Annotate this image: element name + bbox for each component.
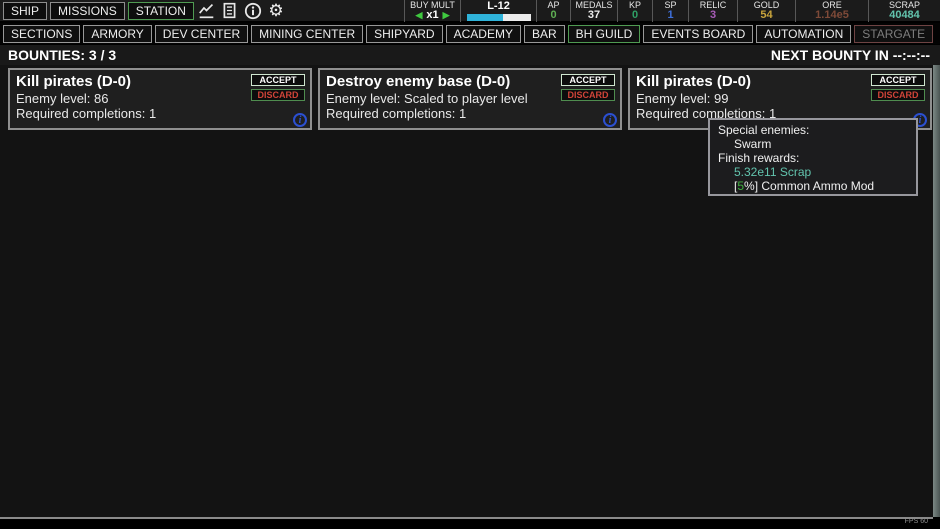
buy-mult-control[interactable]: BUY MULT ◀x1▶ bbox=[404, 0, 460, 22]
bounty-card-1: Kill pirates (D-0) Enemy level: 86 Requi… bbox=[8, 68, 312, 130]
stat-relic: RELIC 3 bbox=[688, 0, 737, 22]
buy-mult-value: x1 bbox=[426, 9, 438, 21]
stat-sp: SP 1 bbox=[652, 0, 688, 22]
stat-scrap: SCRAP 40484 bbox=[868, 0, 940, 22]
accept-button[interactable]: ACCEPT bbox=[251, 74, 305, 86]
nav-shipyard[interactable]: SHIPYARD bbox=[366, 25, 442, 43]
nav-mining-center[interactable]: MINING CENTER bbox=[251, 25, 363, 43]
level-label: L-12 bbox=[487, 1, 510, 12]
nav-stargate: STARGATE bbox=[854, 25, 933, 43]
stat-gold: GOLD 54 bbox=[737, 0, 795, 22]
nav-dev-center[interactable]: DEV CENTER bbox=[155, 25, 248, 43]
accept-button[interactable]: ACCEPT bbox=[871, 74, 925, 86]
bounty-info-icon[interactable]: i bbox=[603, 113, 617, 127]
tooltip-finish-rewards-label: Finish rewards: bbox=[718, 151, 908, 165]
tooltip-special-enemies-label: Special enemies: bbox=[718, 123, 908, 137]
chart-icon[interactable] bbox=[197, 1, 217, 21]
discard-button[interactable]: DISCARD bbox=[251, 89, 305, 101]
game-root: SHIP MISSIONS STATION ⚙ BUY MULT ◀x1▶ L-… bbox=[0, 0, 940, 529]
station-nav: SECTIONS ARMORY DEV CENTER MINING CENTER… bbox=[0, 23, 940, 44]
level-progress: L-12 bbox=[460, 0, 536, 22]
stat-sp-value: 1 bbox=[667, 10, 673, 21]
tab-ship[interactable]: SHIP bbox=[3, 2, 47, 20]
nav-bh-guild[interactable]: BH GUILD bbox=[568, 25, 641, 43]
level-progress-fill bbox=[467, 14, 503, 21]
bounty-completions: Required completions: 1 bbox=[326, 106, 614, 121]
buy-mult-decrease-icon[interactable]: ◀ bbox=[415, 10, 422, 20]
next-bounty-timer: NEXT BOUNTY IN --:--:-- bbox=[771, 47, 930, 63]
bounties-header: BOUNTIES: 3 / 3 NEXT BOUNTY IN --:--:-- bbox=[0, 45, 940, 65]
discard-button[interactable]: DISCARD bbox=[561, 89, 615, 101]
tab-missions[interactable]: MISSIONS bbox=[50, 2, 125, 20]
resource-strip: BUY MULT ◀x1▶ L-12 AP 0 MEDALS 37 KP 0 bbox=[404, 0, 940, 22]
nav-automation[interactable]: AUTOMATION bbox=[756, 25, 851, 43]
level-progress-track bbox=[467, 14, 531, 21]
bounty-tooltip: Special enemies: Swarm Finish rewards: 5… bbox=[708, 118, 918, 196]
nav-sections[interactable]: SECTIONS bbox=[3, 25, 80, 43]
stat-ore-value: 1.14e5 bbox=[815, 10, 849, 21]
gear-icon[interactable]: ⚙ bbox=[266, 1, 286, 21]
notes-icon[interactable] bbox=[220, 1, 240, 21]
nav-academy[interactable]: ACADEMY bbox=[446, 25, 521, 43]
nav-bar[interactable]: BAR bbox=[524, 25, 565, 43]
tooltip-special-enemy: Swarm bbox=[718, 137, 908, 151]
discard-button[interactable]: DISCARD bbox=[871, 89, 925, 101]
tooltip-mod-reward: [5%] Common Ammo Mod bbox=[718, 179, 908, 193]
stat-relic-value: 3 bbox=[710, 10, 716, 21]
stat-medals: MEDALS 37 bbox=[570, 0, 617, 22]
top-bar: SHIP MISSIONS STATION ⚙ BUY MULT ◀x1▶ L-… bbox=[0, 0, 940, 22]
panel-bottom-border bbox=[0, 517, 933, 519]
fps-counter: FPS 60 bbox=[905, 518, 928, 525]
stat-scrap-value: 40484 bbox=[889, 10, 920, 21]
tab-station[interactable]: STATION bbox=[128, 2, 194, 20]
stat-ap: AP 0 bbox=[536, 0, 570, 22]
buy-mult-increase-icon[interactable]: ▶ bbox=[443, 10, 450, 20]
nav-events-board[interactable]: EVENTS BOARD bbox=[643, 25, 753, 43]
stat-kp: KP 0 bbox=[617, 0, 652, 22]
bounty-completions: Required completions: 1 bbox=[16, 106, 304, 121]
stat-gold-value: 54 bbox=[760, 10, 772, 21]
nav-armory[interactable]: ARMORY bbox=[83, 25, 151, 43]
stat-kp-value: 0 bbox=[632, 10, 638, 21]
stat-ap-value: 0 bbox=[550, 10, 556, 21]
accept-button[interactable]: ACCEPT bbox=[561, 74, 615, 86]
tooltip-scrap-reward: 5.32e11 Scrap bbox=[718, 165, 908, 179]
stat-medals-value: 37 bbox=[588, 10, 600, 21]
stat-ore: ORE 1.14e5 bbox=[795, 0, 868, 22]
bounty-board: Kill pirates (D-0) Enemy level: 86 Requi… bbox=[0, 65, 940, 517]
info-icon[interactable] bbox=[243, 1, 263, 21]
scrollbar[interactable] bbox=[933, 65, 940, 517]
bounties-count: BOUNTIES: 3 / 3 bbox=[8, 47, 116, 63]
bounty-card-2: Destroy enemy base (D-0) Enemy level: Sc… bbox=[318, 68, 622, 130]
bounty-info-icon[interactable]: i bbox=[293, 113, 307, 127]
